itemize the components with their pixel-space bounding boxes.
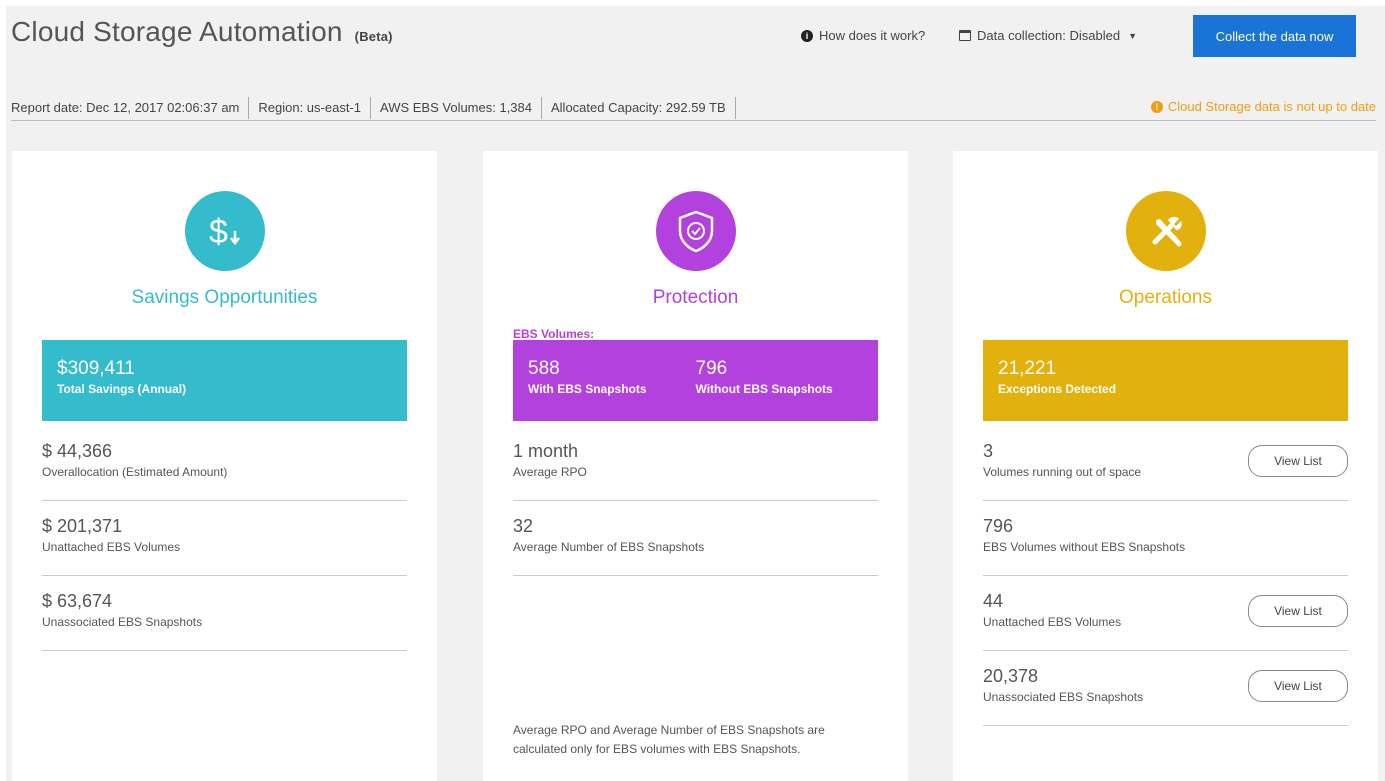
collect-data-button[interactable]: Collect the data now [1193,15,1356,57]
allocated-capacity: Allocated Capacity: 292.59 TB [542,96,736,119]
view-list-unassociated-button[interactable]: View List [1248,670,1348,702]
shield-icon [656,191,736,271]
ebs-volumes-sublabel: EBS Volumes: [513,327,595,341]
svg-text:$: $ [209,213,228,251]
how-it-works-link[interactable]: i How does it work? [801,28,925,43]
savings-row-unassociated-snapshots: $ 63,674 Unassociated EBS Snapshots [42,576,407,651]
row-value: $ 44,366 [42,441,113,461]
view-list-unattached-button[interactable]: View List [1248,595,1348,627]
report-date: Report date: Dec 12, 2017 02:06:37 am [11,96,250,119]
exceptions-value: 21,221 [998,358,1057,379]
caret-down-icon: ▼ [1128,30,1137,41]
warning-icon: ! [1150,100,1163,113]
row-value: 32 [513,516,534,536]
row-value: $ 63,674 [42,591,113,611]
row-label: Average RPO [513,465,587,479]
operations-banner: 21,221 Exceptions Detected [983,340,1348,421]
savings-title: Savings Opportunities [131,287,318,308]
with-snapshots-value: 588 [528,358,560,379]
row-label: Overallocation (Estimated Amount) [42,465,228,479]
total-savings-value: $309,411 [57,358,135,379]
protection-banner: 588 With EBS Snapshots 796 Without EBS S… [513,340,878,421]
operations-row-without-snapshots: 796 EBS Volumes without EBS Snapshots [983,501,1348,576]
data-collection-label: Data collection: Disabled [977,28,1121,43]
row-label: EBS Volumes without EBS Snapshots [983,540,1186,554]
savings-card: $ Savings Opportunities $309,411 Total S… [12,151,437,781]
savings-row-unattached-volumes: $ 201,371 Unattached EBS Volumes [42,501,407,576]
info-icon: i [801,29,813,42]
row-label: Unattached EBS Volumes [42,540,181,554]
warning-text: Cloud Storage data is not up to date [1167,99,1376,114]
operations-card: Operations 21,221 Exceptions Detected 3 … [953,151,1378,781]
protection-row-avg-snapshots: 32 Average Number of EBS Snapshots [513,501,878,576]
page-title-text: Cloud Storage Automation [11,16,343,47]
protection-card: Protection EBS Volumes: 588 With EBS Sna… [483,151,908,781]
tools-icon [1126,191,1206,271]
row-label: Average Number of EBS Snapshots [513,540,705,554]
how-it-works-label: How does it work? [819,28,926,43]
page-title: Cloud Storage Automation (Beta) [11,16,393,48]
operations-title: Operations [1119,287,1212,308]
savings-banner: $309,411 Total Savings (Annual) [42,340,407,421]
without-snapshots-label: Without EBS Snapshots [695,382,833,396]
row-value: 796 [983,516,1014,536]
row-value: $ 201,371 [42,516,123,536]
row-value: 1 month [513,441,579,461]
region: Region: us-east-1 [249,96,372,119]
protection-row-avg-rpo: 1 month Average RPO [513,426,878,501]
without-snapshots-value: 796 [695,358,728,379]
savings-dollar-icon: $ [185,191,265,271]
page: Cloud Storage Automation (Beta) i How do… [0,0,1385,781]
savings-row-overallocation: $ 44,366 Overallocation (Estimated Amoun… [42,426,407,501]
report-info-bar: Report date: Dec 12, 2017 02:06:37 am Re… [11,95,1376,121]
ebs-volumes-count: AWS EBS Volumes: 1,384 [371,96,542,119]
operations-row-out-of-space: 3 Volumes running out of space View List [983,426,1348,501]
operations-row-unassociated-snapshots: 20,378 Unassociated EBS Snapshots View L… [983,651,1348,726]
beta-badge: (Beta) [354,29,393,44]
exceptions-label: Exceptions Detected [998,382,1117,396]
calendar-icon [959,30,971,41]
operations-row-unattached-volumes: 44 Unattached EBS Volumes View List [983,576,1348,651]
data-outdated-warning: ! Cloud Storage data is not up to date [1150,99,1376,114]
with-snapshots-label: With EBS Snapshots [528,382,647,396]
with-snapshots-stat: 588 With EBS Snapshots [528,358,696,403]
row-label: Unassociated EBS Snapshots [42,615,203,629]
data-collection-dropdown[interactable]: Data collection: Disabled ▼ [959,28,1137,43]
without-snapshots-stat: 796 Without EBS Snapshots [696,358,864,403]
protection-footnote: Average RPO and Average Number of EBS Sn… [513,723,825,756]
protection-title: Protection [652,287,739,308]
total-savings-label: Total Savings (Annual) [57,382,187,396]
view-list-out-of-space-button[interactable]: View List [1248,445,1348,477]
